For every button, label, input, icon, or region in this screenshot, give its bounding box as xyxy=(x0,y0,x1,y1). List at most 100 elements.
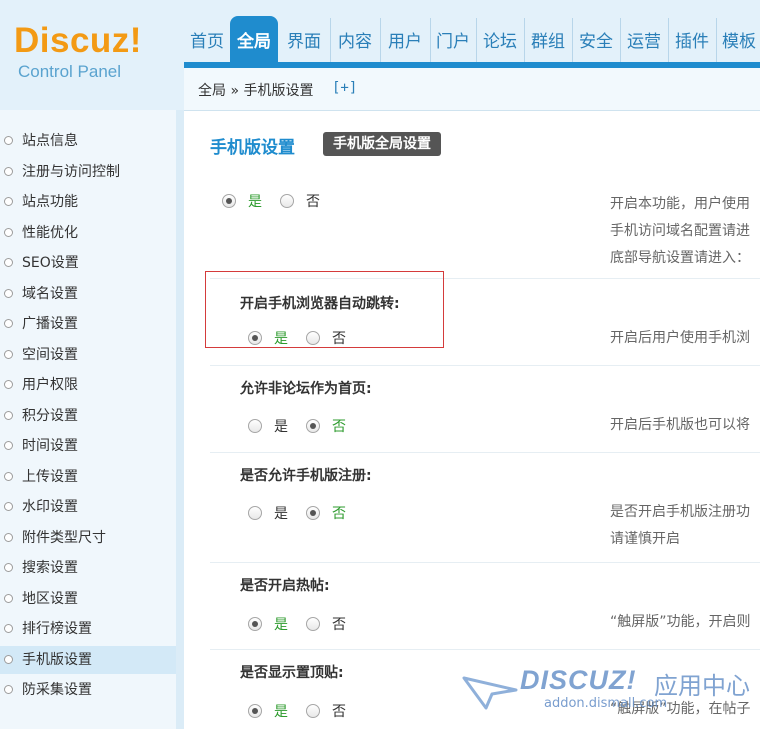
setting-label: 是否开启热帖: xyxy=(240,578,330,594)
radio-no[interactable] xyxy=(280,194,294,208)
logo[interactable]: Discuz! Control Panel xyxy=(14,22,174,92)
highlight-box xyxy=(205,271,444,348)
description-line: 请谨慎开启 xyxy=(610,531,680,547)
nav-tab[interactable]: 论坛 xyxy=(476,18,523,62)
sidebar-item[interactable]: 搜索设置 xyxy=(0,554,176,582)
nav-tab[interactable]: 群组 xyxy=(524,18,571,62)
radio-yes[interactable] xyxy=(248,506,262,520)
nav-tab[interactable]: 全局 xyxy=(230,16,278,66)
sidebar-item[interactable]: 排行榜设置 xyxy=(0,615,176,643)
watermark-brand: DISCUZ! xyxy=(520,665,637,695)
nav-tab[interactable]: 首页 xyxy=(184,18,230,62)
radio-no[interactable] xyxy=(306,704,320,718)
description-line: “触屏版”功能，开启则 xyxy=(610,614,751,630)
radio-no[interactable] xyxy=(306,617,320,631)
bullet-icon xyxy=(4,563,13,572)
radio-yes[interactable] xyxy=(248,419,262,433)
sidebar-item-label: 地区设置 xyxy=(22,590,78,607)
sidebar-item-label: SEO设置 xyxy=(22,255,79,271)
bullet-icon xyxy=(4,288,13,298)
radio-yes-label[interactable]: 是 xyxy=(274,614,288,634)
bullet-icon xyxy=(4,654,13,664)
watermark-url: addon.dismall.com xyxy=(544,696,668,711)
sidebar-item-label: 时间设置 xyxy=(22,438,78,454)
sidebar-item[interactable]: 附件类型尺寸 xyxy=(0,524,176,552)
bullet-icon xyxy=(4,502,13,511)
radio-no-label[interactable]: 否 xyxy=(332,614,346,634)
sidebar-item-label: 广播设置 xyxy=(22,316,78,332)
nav-tab[interactable]: 内容 xyxy=(330,18,379,62)
breadcrumb: 全局 » 手机版设置 xyxy=(198,83,314,99)
watermark: DISCUZ! 应用中心 addon.dismall.com xyxy=(462,662,760,729)
radio-yes[interactable] xyxy=(248,617,262,631)
sidebar-item[interactable]: 域名设置 xyxy=(0,280,176,308)
add-shortcut-button[interactable]: [+] xyxy=(332,80,357,96)
bullet-icon xyxy=(4,441,13,450)
bullet-icon xyxy=(4,471,13,481)
sidebar-item[interactable]: 性能优化 xyxy=(0,219,176,247)
sidebar-item[interactable]: 手机版设置 xyxy=(0,645,176,674)
sidebar-item[interactable]: 水印设置 xyxy=(0,493,176,521)
bullet-icon xyxy=(4,349,13,359)
sidebar-item-label: 站点信息 xyxy=(22,133,78,149)
setting-row: 允许非论坛作为首页: 是 否 开启后手机版也可以将 xyxy=(210,366,760,453)
radio-no[interactable] xyxy=(306,506,320,520)
radio-yes[interactable] xyxy=(248,704,262,718)
radio-yes[interactable] xyxy=(222,194,236,208)
sidebar-item[interactable]: 站点功能 xyxy=(0,188,176,216)
bullet-icon xyxy=(4,258,13,267)
sidebar-item-label: 手机版设置 xyxy=(22,651,92,668)
radio-no-label[interactable]: 否 xyxy=(332,503,346,523)
nav-tab[interactable]: 用户 xyxy=(380,18,429,62)
setting-label: 是否允许手机版注册: xyxy=(240,468,372,484)
radio-no[interactable] xyxy=(306,419,320,433)
radio-yes-label[interactable]: 是 xyxy=(274,503,288,523)
nav-tab[interactable]: 插件 xyxy=(668,18,715,62)
nav-tab[interactable]: 安全 xyxy=(572,18,619,62)
sidebar-item[interactable]: 防采集设置 xyxy=(0,676,176,704)
description-line: 开启后用户使用手机浏 xyxy=(610,330,750,346)
tab-global-settings[interactable]: 手机版全局设置 xyxy=(323,132,441,156)
setting-label: 是否显示置顶贴: xyxy=(240,665,344,681)
sidebar-item[interactable]: 地区设置 xyxy=(0,585,176,613)
sidebar-item-label: 附件类型尺寸 xyxy=(22,529,106,546)
radio-no-label[interactable]: 否 xyxy=(332,416,346,436)
radio-yes-label[interactable]: 是 xyxy=(248,191,262,211)
sidebar-item[interactable]: 空间设置 xyxy=(0,341,176,369)
bullet-icon xyxy=(4,380,13,389)
sidebar-item[interactable]: 注册与访问控制 xyxy=(0,158,176,186)
bullet-icon xyxy=(4,136,13,145)
sidebar-item-label: 用户权限 xyxy=(22,377,78,393)
nav-tab[interactable]: 模板 xyxy=(716,18,760,62)
setting-label: 允许非论坛作为首页: xyxy=(240,381,372,397)
radio-yes-label[interactable]: 是 xyxy=(274,701,288,721)
sidebar-item[interactable]: 用户权限 xyxy=(0,371,176,399)
sidebar-item[interactable]: 积分设置 xyxy=(0,402,176,430)
radio-yes-label[interactable]: 是 xyxy=(274,416,288,436)
description-line: 手机访问域名配置请进 xyxy=(610,223,750,239)
sidebar-item[interactable]: 上传设置 xyxy=(0,463,176,491)
breadcrumb-bar: 全局 » 手机版设置 [+] xyxy=(184,68,760,111)
sidebar-item[interactable]: 广播设置 xyxy=(0,310,176,338)
setting-description: 开启本功能，用户使用 手机访问域名配置请进 底部导航设置请进入： xyxy=(610,191,750,272)
cursor-arrow-icon xyxy=(462,676,518,710)
bullet-icon xyxy=(4,166,13,176)
sidebar-item-label: 注册与访问控制 xyxy=(22,163,120,180)
setting-description: 是否开启手机版注册功 请谨慎开启 xyxy=(610,499,750,553)
radio-no-label[interactable]: 否 xyxy=(332,701,346,721)
description-line: 是否开启手机版注册功 xyxy=(610,504,750,520)
bullet-icon xyxy=(4,624,13,633)
radio-no-label[interactable]: 否 xyxy=(306,191,320,211)
sidebar-item-label: 站点功能 xyxy=(22,194,78,210)
sidebar-item[interactable]: SEO设置 xyxy=(0,249,176,277)
setting-row: 是 否 开启本功能，用户使用 手机访问域名配置请进 底部导航设置请进入： xyxy=(210,169,760,279)
sidebar-item[interactable]: 站点信息 xyxy=(0,127,176,155)
nav-tab[interactable]: 界面 xyxy=(280,18,328,62)
nav-tab[interactable]: 运营 xyxy=(620,18,667,62)
bullet-icon xyxy=(4,532,13,542)
sidebar: 站点信息注册与访问控制 站点功能性能优化 SEO设置域名设置广播设置空间设置用户权限… xyxy=(0,110,177,729)
sidebar-item[interactable]: 时间设置 xyxy=(0,432,176,460)
setting-description: 开启后用户使用手机浏 xyxy=(610,325,750,352)
bullet-icon xyxy=(4,410,13,420)
nav-tab[interactable]: 门户 xyxy=(430,18,475,62)
